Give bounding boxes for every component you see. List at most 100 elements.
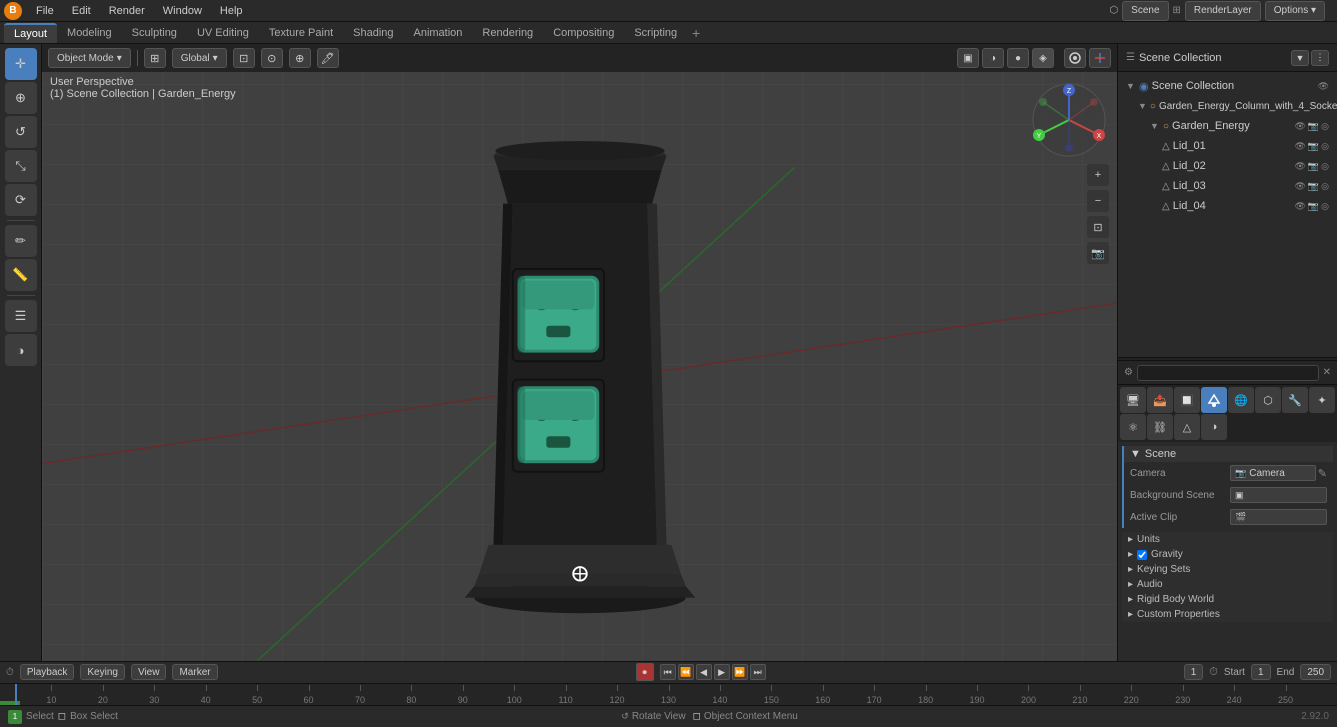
menu-help[interactable]: Help <box>212 3 251 19</box>
navigation-gizmo[interactable]: Z X Y <box>1029 80 1109 160</box>
gizmos-btn[interactable] <box>1089 48 1111 68</box>
tab-layout[interactable]: Layout <box>4 23 57 43</box>
data-props-icon[interactable]: △ <box>1174 414 1200 440</box>
keying-btn[interactable]: Keying <box>80 664 125 680</box>
object-mode-btn[interactable]: Object Mode ▾ <box>48 48 131 68</box>
tab-animation[interactable]: Animation <box>404 23 473 43</box>
step-forward-btn[interactable]: ⏩ <box>732 664 748 680</box>
play-back-btn[interactable]: ◀ <box>696 664 712 680</box>
tool-rotate[interactable]: ↺ <box>5 116 37 148</box>
tool-add[interactable]: ☰ <box>5 300 37 332</box>
collection-item-lid01[interactable]: △ Lid_01 👁 📷 ◎ <box>1158 136 1333 156</box>
keying-sets-section[interactable]: ▸ Keying Sets <box>1122 562 1333 577</box>
vis-ren-lid03[interactable]: ◎ <box>1321 181 1329 192</box>
options-btn[interactable]: Options ▾ <box>1265 1 1325 21</box>
zoom-out-icon[interactable]: − <box>1087 190 1109 212</box>
vis-eye-lid03[interactable]: 👁 <box>1294 181 1305 192</box>
global-transform-btn[interactable]: Global ▾ <box>172 48 227 68</box>
gravity-checkbox[interactable] <box>1137 550 1147 560</box>
tab-scripting[interactable]: Scripting <box>624 23 687 43</box>
collection-item-lid04[interactable]: △ Lid_04 👁 📷 ◎ <box>1158 196 1333 216</box>
view-btn[interactable]: View <box>131 664 167 680</box>
tool-transform[interactable]: ⟳ <box>5 184 37 216</box>
properties-search-input[interactable] <box>1137 365 1319 381</box>
view-layer-props-icon[interactable]: 🔲 <box>1174 387 1200 413</box>
rigid-body-section[interactable]: ▸ Rigid Body World <box>1122 592 1333 607</box>
material-props-icon[interactable]: ◑ <box>1201 414 1227 440</box>
tab-sculpting[interactable]: Sculpting <box>122 23 187 43</box>
record-btn[interactable]: ⏺ <box>636 663 654 681</box>
render-layer-selector[interactable]: RenderLayer <box>1185 1 1261 21</box>
particles-props-icon[interactable]: ✦ <box>1309 387 1335 413</box>
custom-props-section[interactable]: ▸ Custom Properties <box>1122 607 1333 622</box>
properties-close-icon[interactable]: ✕ <box>1323 367 1331 378</box>
annotations-btn[interactable]: 🖊 <box>317 48 339 68</box>
scene-props-icon[interactable] <box>1201 387 1227 413</box>
scene-section-header[interactable]: ▼ Scene <box>1124 446 1333 462</box>
outliner-options-btn[interactable]: ⋮ <box>1311 50 1329 66</box>
menu-render[interactable]: Render <box>101 3 153 19</box>
collection-item-garden-energy[interactable]: ▼ ○ Garden_Energy 👁 📷 ◎ <box>1146 116 1333 136</box>
collection-item-garden-column[interactable]: ▼ ○ Garden_Energy_Column_with_4_Socket 👁… <box>1134 96 1333 116</box>
gravity-section[interactable]: ▸ Gravity <box>1122 547 1333 562</box>
timeline-ruler[interactable]: 1020304050607080901001101201301401501601… <box>0 684 1337 705</box>
collection-item-scene-collection[interactable]: ▼ ◉ Scene Collection 👁 <box>1122 76 1333 96</box>
scene-selector[interactable]: Scene <box>1122 1 1168 21</box>
vis-cam-lid04[interactable]: 📷 <box>1308 201 1319 212</box>
constraints-props-icon[interactable]: ⛓ <box>1147 414 1173 440</box>
physics-props-icon[interactable]: ⚛ <box>1120 414 1146 440</box>
vis-cam-lid03[interactable]: 📷 <box>1308 181 1319 192</box>
viewport-menu-btn[interactable]: ⊞ <box>144 48 166 68</box>
vis-eye-3[interactable]: 👁 <box>1294 121 1305 132</box>
menu-edit[interactable]: Edit <box>64 3 99 19</box>
tool-cursor[interactable]: ✛ <box>5 48 37 80</box>
marker-btn[interactable]: Marker <box>172 664 217 680</box>
vis-ren-lid01[interactable]: ◎ <box>1321 141 1329 152</box>
tab-shading[interactable]: Shading <box>343 23 403 43</box>
world-props-icon[interactable]: 🌐 <box>1228 387 1254 413</box>
end-frame-display[interactable]: 250 <box>1300 664 1331 680</box>
tool-move[interactable]: ⊕ <box>5 82 37 114</box>
tab-uv-editing[interactable]: UV Editing <box>187 23 259 43</box>
object-props-icon[interactable]: ⬡ <box>1255 387 1281 413</box>
vis-ren-lid04[interactable]: ◎ <box>1321 201 1329 212</box>
collection-item-lid02[interactable]: △ Lid_02 👁 📷 ◎ <box>1158 156 1333 176</box>
tab-rendering[interactable]: Rendering <box>472 23 543 43</box>
active-clip-value[interactable]: 🎬 <box>1230 509 1327 525</box>
tab-compositing[interactable]: Compositing <box>543 23 624 43</box>
vis-cam-3[interactable]: 📷 <box>1308 121 1319 132</box>
play-forward-btn[interactable]: ▶ <box>714 664 730 680</box>
vis-eye-lid01[interactable]: 👁 <box>1294 141 1305 152</box>
material-shading-btn[interactable]: ● <box>1007 48 1029 68</box>
step-back-btn[interactable]: ⏪ <box>678 664 694 680</box>
zoom-in-icon[interactable]: + <box>1087 164 1109 186</box>
zoom-fit-icon[interactable]: ⊡ <box>1087 216 1109 238</box>
bg-scene-value[interactable]: ▣ <box>1230 487 1327 503</box>
output-props-icon[interactable]: 📤 <box>1147 387 1173 413</box>
vis-cam-lid01[interactable]: 📷 <box>1308 141 1319 152</box>
3d-viewport[interactable]: Object Mode ▾ ⊞ Global ▾ ⊡ ⊙ ⊕ 🖊 ▣ ◑ ● ◈ <box>42 44 1117 661</box>
modifier-props-icon[interactable]: 🔧 <box>1282 387 1308 413</box>
camera-view-icon[interactable]: 📷 <box>1087 242 1109 264</box>
vis-cam-lid02[interactable]: 📷 <box>1308 161 1319 172</box>
solid-shading-btn[interactable]: ◑ <box>982 48 1004 68</box>
current-frame-display[interactable]: 1 <box>1184 664 1204 680</box>
add-workspace-btn[interactable]: + <box>687 24 705 42</box>
menu-file[interactable]: File <box>28 3 62 19</box>
start-frame-display[interactable]: 1 <box>1251 664 1271 680</box>
tool-shade[interactable]: ◑ <box>5 334 37 366</box>
vis-ren-3[interactable]: ◎ <box>1321 121 1329 132</box>
tab-modeling[interactable]: Modeling <box>57 23 122 43</box>
visibility-eye-icon[interactable]: 👁 <box>1318 81 1329 92</box>
tool-annotate[interactable]: ✏ <box>5 225 37 257</box>
audio-section[interactable]: ▸ Audio <box>1122 577 1333 592</box>
menu-window[interactable]: Window <box>155 3 210 19</box>
wireframe-shading-btn[interactable]: ▣ <box>957 48 979 68</box>
rendered-shading-btn[interactable]: ◈ <box>1032 48 1054 68</box>
proportional-edit-btn[interactable]: ⊙ <box>261 48 283 68</box>
units-section[interactable]: ▸ Units <box>1122 532 1333 547</box>
jump-end-btn[interactable]: ⏭ <box>750 664 766 680</box>
snap-toggle-btn[interactable]: ⊡ <box>233 48 255 68</box>
vis-eye-lid02[interactable]: 👁 <box>1294 161 1305 172</box>
render-props-icon[interactable]: 🖥 <box>1120 387 1146 413</box>
